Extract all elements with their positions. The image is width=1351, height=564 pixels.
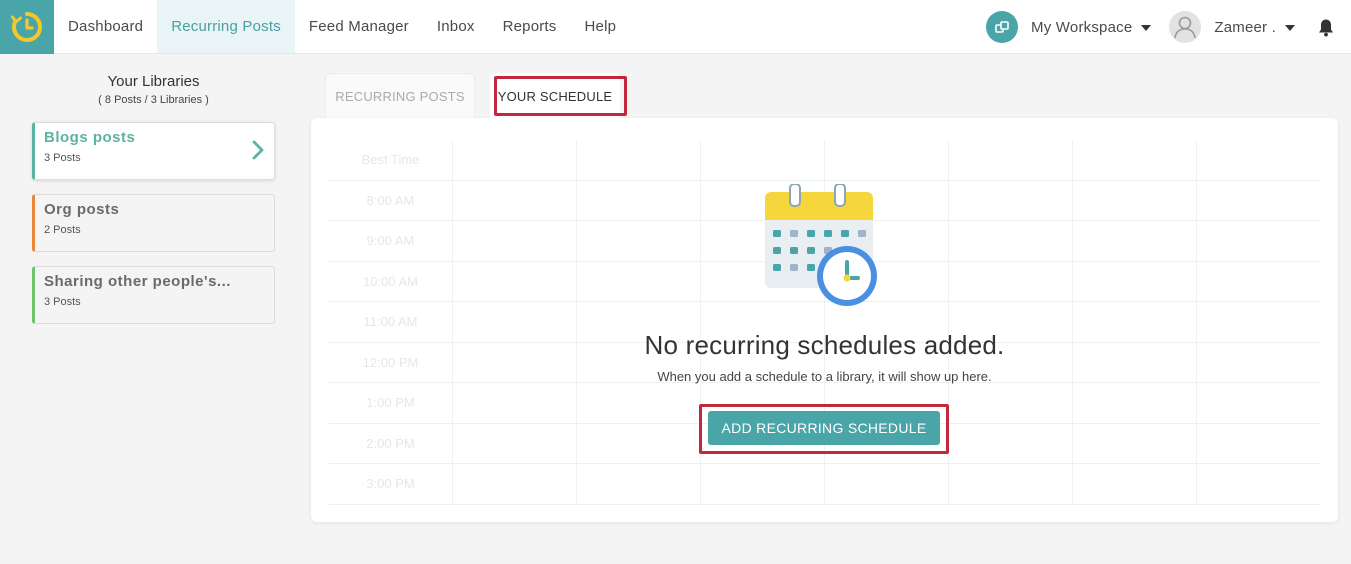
grid-cell — [1073, 140, 1197, 180]
grid-cell — [1197, 464, 1321, 504]
grid-cell — [949, 140, 1073, 180]
library-name: Org posts — [44, 201, 120, 218]
libraries-summary: ( 8 Posts / 3 Libraries ) — [98, 94, 209, 106]
workspace-icon — [986, 11, 1019, 43]
grid-cell — [577, 383, 701, 423]
grid-cell — [825, 140, 949, 180]
libraries-title: Your Libraries — [107, 73, 200, 90]
bell-icon — [1319, 19, 1333, 36]
grid-cell — [577, 140, 701, 180]
grid-cell — [453, 383, 577, 423]
grid-time-label: 3:00 PM — [329, 464, 453, 504]
nav-item-reports[interactable]: Reports — [489, 0, 571, 53]
grid-cell — [1197, 140, 1321, 180]
add-recurring-schedule-button[interactable]: ADD RECURRING SCHEDULE — [708, 411, 940, 445]
grid-cell — [1197, 383, 1321, 423]
empty-state-subtitle: When you add a schedule to a library, it… — [657, 369, 992, 384]
nav-item-dashboard[interactable]: Dashboard — [54, 0, 157, 53]
nav-item-help[interactable]: Help — [571, 0, 631, 53]
grid-cell — [1073, 383, 1197, 423]
grid-cell — [825, 464, 949, 504]
grid-cell — [701, 140, 825, 180]
grid-time-label: 1:00 PM — [329, 383, 453, 423]
library-post-count: 3 Posts — [44, 296, 81, 308]
grid-cell — [453, 423, 577, 463]
grid-cell — [949, 464, 1073, 504]
grid-cell — [701, 464, 825, 504]
main-nav: Dashboard Recurring Posts Feed Manager I… — [54, 0, 630, 53]
grid-row: Best Time — [329, 140, 1321, 181]
tab-your-schedule[interactable]: YOUR SCHEDULE — [490, 73, 620, 119]
grid-cell — [1073, 423, 1197, 463]
library-post-count: 3 Posts — [44, 152, 81, 164]
grid-cell — [577, 464, 701, 504]
library-post-count: 2 Posts — [44, 224, 81, 236]
nav-item-inbox[interactable]: Inbox — [423, 0, 489, 53]
user-icon — [1174, 16, 1197, 39]
library-card-blogs-posts[interactable]: Blogs posts 3 Posts — [32, 122, 275, 180]
nav-item-feed-manager[interactable]: Feed Manager — [295, 0, 423, 53]
calendar-clock-icon — [765, 184, 877, 306]
library-name: Blogs posts — [44, 129, 136, 146]
workspace-dropdown[interactable]: My Workspace — [986, 11, 1152, 43]
grid-row: 3:00 PM — [329, 464, 1321, 505]
app-logo[interactable] — [0, 0, 54, 54]
grid-cell — [1073, 464, 1197, 504]
avatar — [1169, 11, 1202, 43]
grid-header-best-time: Best Time — [329, 140, 453, 180]
chevron-right-icon — [252, 140, 264, 160]
library-card-sharing-others[interactable]: Sharing other people's... 3 Posts — [32, 266, 275, 324]
grid-cell — [453, 140, 577, 180]
notifications-button[interactable] — [1317, 18, 1335, 37]
empty-state-title: No recurring schedules added. — [644, 330, 1005, 360]
grid-cell — [949, 423, 1073, 463]
clock-logo-icon — [11, 12, 43, 42]
top-navbar: Dashboard Recurring Posts Feed Manager I… — [0, 0, 1351, 54]
grid-cell — [453, 464, 577, 504]
tab-recurring-posts[interactable]: RECURRING POSTS — [325, 73, 475, 119]
chevron-down-icon — [1285, 25, 1295, 31]
library-name: Sharing other people's... — [44, 273, 231, 290]
nav-right: My Workspace Zameer . — [986, 0, 1351, 54]
user-dropdown[interactable]: Zameer . — [1169, 11, 1295, 43]
nav-item-recurring-posts[interactable]: Recurring Posts — [157, 0, 295, 53]
grid-cell — [577, 423, 701, 463]
grid-time-label: 2:00 PM — [329, 423, 453, 463]
schedule-panel: Best Time 8:00 AM 9:00 AM 10:00 AM 11:00 AM… — [311, 118, 1338, 522]
empty-state: No recurring schedules added. When you a… — [311, 184, 1338, 384]
user-label: Zameer . — [1214, 18, 1276, 36]
grid-cell — [1197, 424, 1321, 464]
libraries-sidebar: Your Libraries ( 8 Posts / 3 Libraries ) — [32, 54, 275, 106]
chevron-down-icon — [1141, 25, 1152, 31]
workspace-label: My Workspace — [1031, 18, 1133, 36]
grid-cell — [949, 383, 1073, 423]
library-card-org-posts[interactable]: Org posts 2 Posts — [32, 194, 275, 252]
